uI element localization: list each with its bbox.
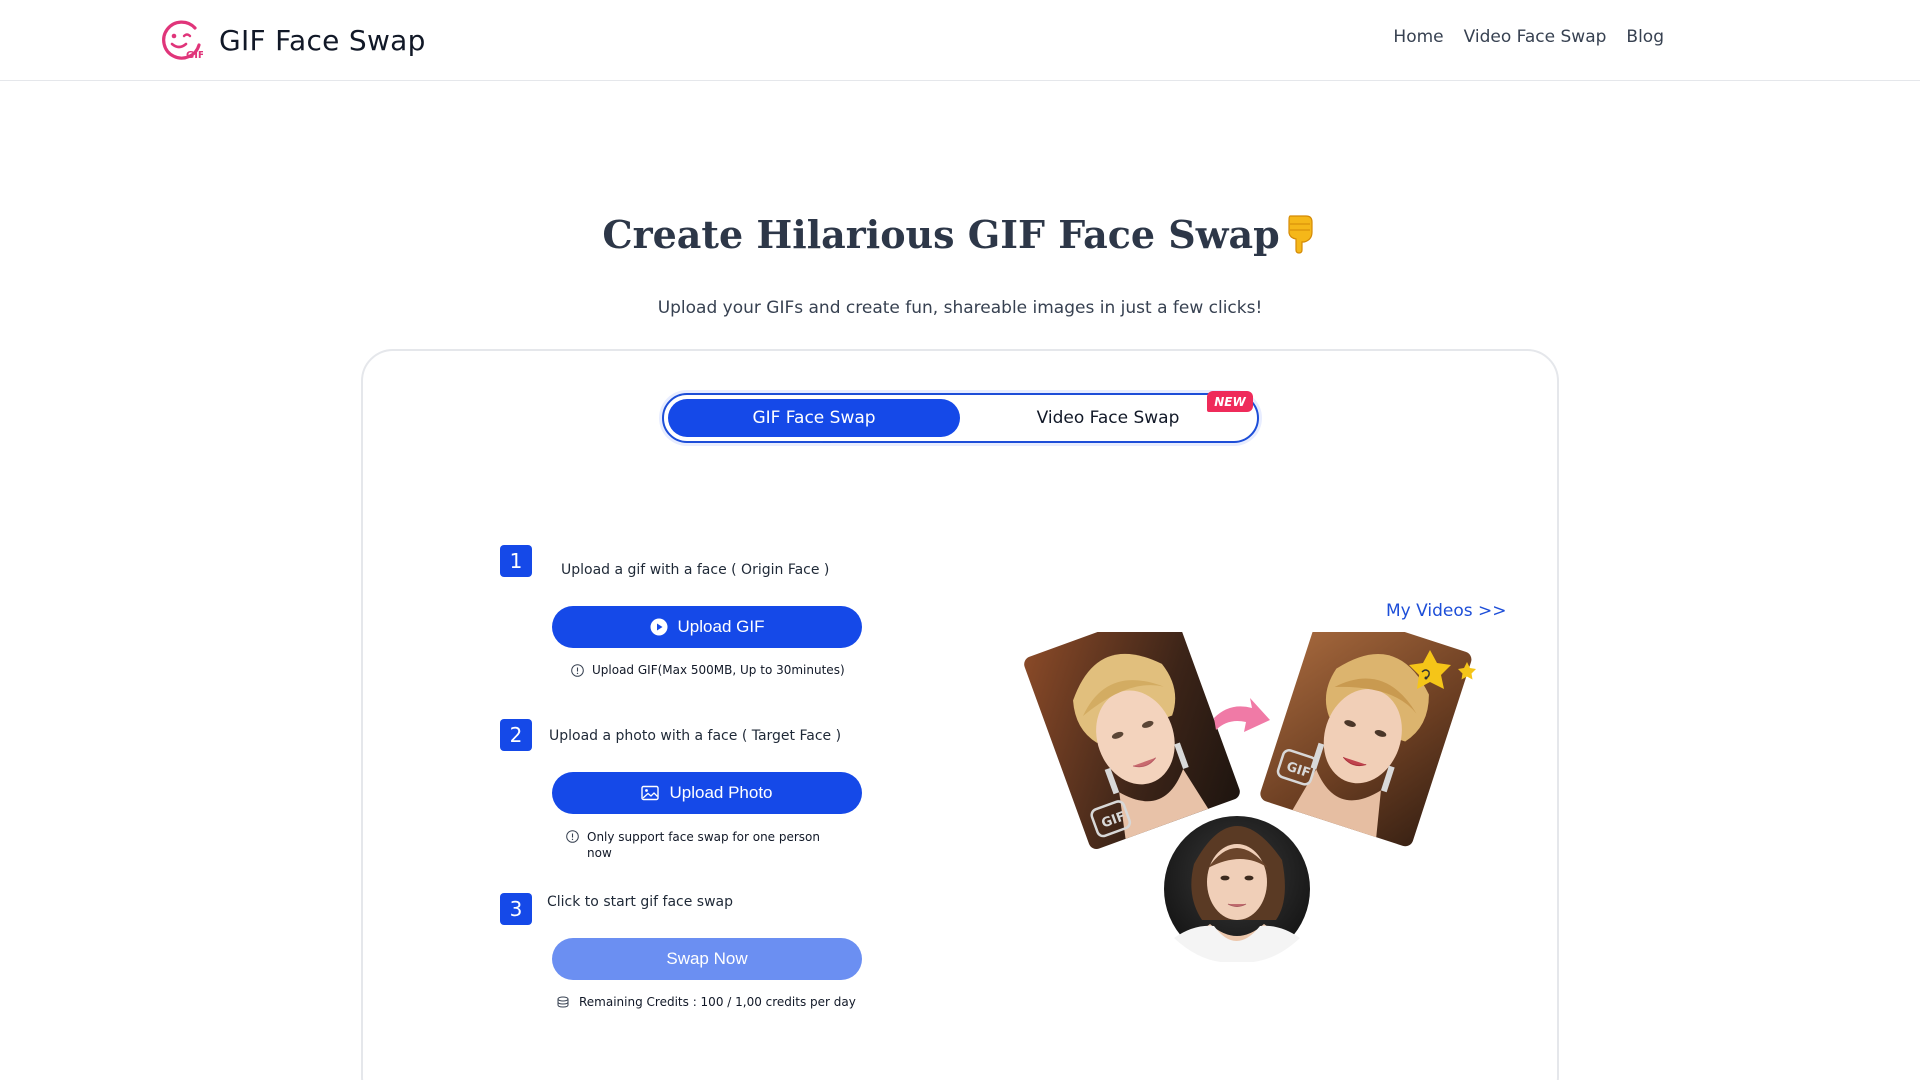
upload-photo-label: Upload Photo bbox=[669, 783, 773, 802]
tab-gif-face-swap[interactable]: GIF Face Swap bbox=[668, 399, 960, 437]
step-number-2: 2 bbox=[500, 719, 532, 751]
swap-now-button[interactable]: Swap Now bbox=[552, 938, 862, 980]
arrow-icon bbox=[1214, 698, 1270, 732]
smiley-logo-icon: GIF bbox=[162, 20, 203, 61]
new-badge: NEW bbox=[1207, 391, 1253, 412]
step-number-1: 1 bbox=[500, 545, 532, 577]
upload-photo-hint-text: Only support face swap for one person no… bbox=[587, 830, 821, 860]
main-nav: Home Video Face Swap Blog bbox=[1393, 27, 1664, 47]
step-label-3: Click to start gif face swap bbox=[547, 894, 734, 910]
nav-home[interactable]: Home bbox=[1393, 27, 1443, 47]
step-number-3: 3 bbox=[500, 893, 532, 925]
page-title: Create Hilarious GIF Face Swap bbox=[0, 212, 1920, 263]
mode-toggle: GIF Face Swap Video Face Swap bbox=[662, 393, 1259, 443]
my-videos-link[interactable]: My Videos >> bbox=[1386, 601, 1507, 621]
info-circle-icon bbox=[571, 664, 584, 677]
nav-blog[interactable]: Blog bbox=[1626, 27, 1664, 47]
upload-gif-hint: Upload GIF(Max 500MB, Up to 30minutes) bbox=[571, 663, 845, 677]
credits-info: Remaining Credits : 100 / 1,00 credits p… bbox=[557, 995, 856, 1009]
target-face-photo bbox=[1164, 816, 1310, 962]
play-circle-icon bbox=[650, 618, 668, 636]
coins-icon bbox=[557, 996, 571, 1009]
svg-text:GIF: GIF bbox=[186, 50, 203, 61]
brand-name: GIF Face Swap bbox=[219, 23, 426, 57]
top-navbar: GIF GIF Face Swap Home Video Face Swap B… bbox=[0, 0, 1920, 81]
face-swap-illustration: GIF GIF bbox=[1024, 632, 1476, 962]
info-circle-icon bbox=[566, 830, 579, 843]
upload-photo-button[interactable]: Upload Photo bbox=[552, 772, 862, 814]
nav-video-face-swap[interactable]: Video Face Swap bbox=[1464, 27, 1607, 47]
image-icon bbox=[641, 785, 660, 801]
upload-gif-hint-text: Upload GIF(Max 500MB, Up to 30minutes) bbox=[592, 663, 845, 677]
upload-gif-button[interactable]: Upload GIF bbox=[552, 606, 862, 648]
page-subtitle: Upload your GIFs and create fun, shareab… bbox=[657, 298, 1263, 318]
step-label-2: Upload a photo with a face ( Target Face… bbox=[549, 728, 842, 744]
credits-text: Remaining Credits : 100 / 1,00 credits p… bbox=[579, 995, 856, 1009]
upload-photo-hint: Only support face swap for one person no… bbox=[566, 829, 836, 861]
page-title-text: Create Hilarious GIF Face Swap bbox=[602, 212, 1280, 257]
upload-gif-label: Upload GIF bbox=[677, 617, 765, 636]
pointing-down-icon bbox=[1282, 212, 1318, 263]
step-label-1: Upload a gif with a face ( Origin Face ) bbox=[561, 562, 830, 578]
brand[interactable]: GIF GIF Face Swap bbox=[159, 18, 426, 62]
origin-gif-card: GIF bbox=[1024, 632, 1240, 849]
